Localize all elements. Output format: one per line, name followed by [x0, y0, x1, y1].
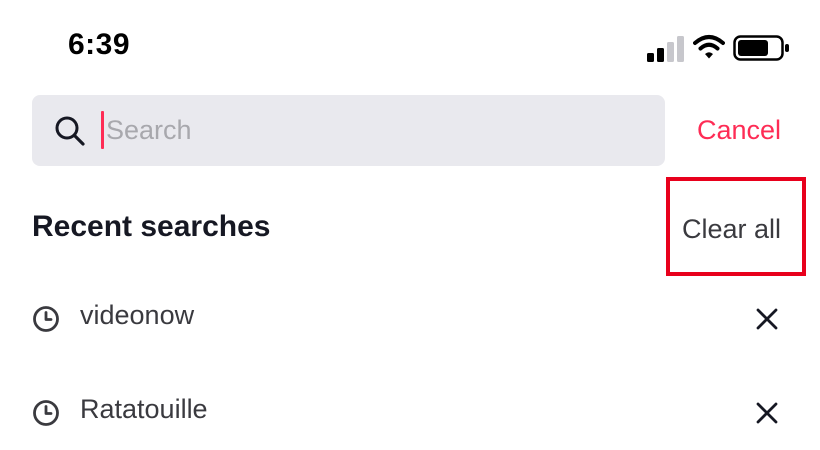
- battery-icon: [733, 35, 789, 61]
- cancel-button[interactable]: Cancel: [697, 115, 781, 146]
- clear-all-button[interactable]: Clear all: [682, 214, 781, 245]
- clock-icon: [33, 400, 59, 426]
- wifi-icon: [693, 35, 725, 59]
- recent-search-item[interactable]: Ratatouille: [0, 382, 820, 442]
- search-input[interactable]: [106, 95, 646, 166]
- text-cursor: [101, 111, 104, 149]
- recent-search-item[interactable]: videonow: [0, 288, 820, 348]
- close-icon[interactable]: [754, 400, 780, 426]
- search-icon: [55, 116, 85, 146]
- clock-icon: [33, 306, 59, 332]
- recent-search-label: videonow: [80, 300, 195, 330]
- close-icon[interactable]: [754, 306, 780, 332]
- status-time: 6:39: [68, 28, 131, 61]
- recent-search-label: Ratatouille: [80, 394, 208, 424]
- search-bar[interactable]: [32, 95, 665, 166]
- recent-searches-heading: Recent searches: [32, 210, 271, 243]
- cellular-signal-icon: [647, 36, 684, 62]
